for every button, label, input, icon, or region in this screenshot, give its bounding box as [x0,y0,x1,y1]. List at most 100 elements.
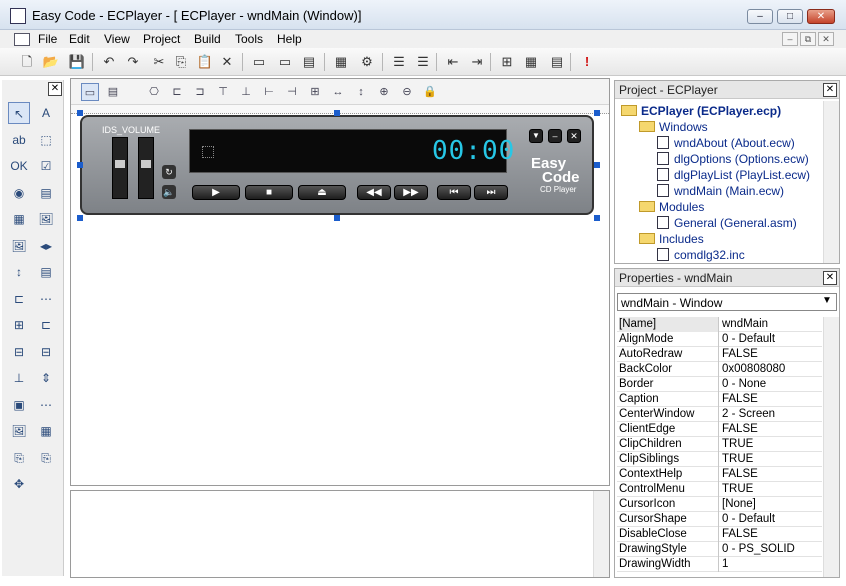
mute-button[interactable]: 🔈 [162,185,176,199]
toolbox-control-16[interactable]: ⋯ [35,288,57,310]
toolbox-control-20[interactable]: ⊟ [35,341,57,363]
designer-tool-11[interactable]: ↔ [329,83,347,101]
project-scrollbar[interactable] [823,101,839,263]
property-row[interactable]: ClientEdge FALSE [617,422,822,437]
properties-panel-close-button[interactable]: ✕ [823,271,837,285]
chevron-down-icon[interactable]: ▼ [822,295,832,306]
property-value[interactable]: 2 - Screen [722,407,822,422]
tree-item[interactable]: wndMain (Main.ecw) [657,183,784,199]
toolbox-control-11[interactable]: 🖼 [8,235,30,257]
toolbox-control-14[interactable]: ▤ [35,261,57,283]
fast-forward-button[interactable]: ▶▶ [394,185,428,200]
player-dropdown-button[interactable]: ▼ [529,129,543,143]
previous-track-button[interactable]: ⏮ [437,185,471,200]
property-value[interactable]: 0 - Default [722,512,822,527]
maximize-button[interactable]: □ [777,9,803,24]
property-row[interactable]: ContextHelp FALSE [617,467,822,482]
app-icon[interactable] [10,8,26,24]
tree-item[interactable]: wndAbout (About.ecw) [657,135,795,151]
toolbox-control-15[interactable]: ⊏ [8,288,30,310]
toolbox-control-19[interactable]: ⊟ [8,341,30,363]
cut-icon[interactable]: ✂ [150,53,168,71]
property-row[interactable]: ClipChildren TRUE [617,437,822,452]
property-value[interactable]: 1 [722,557,822,572]
tree-item[interactable]: General (General.asm) [657,215,797,231]
menu-build[interactable]: Build [194,32,221,46]
resize-handle-e[interactable] [594,162,600,168]
property-value[interactable]: 0 - Default [722,332,822,347]
property-row[interactable]: CursorShape 0 - Default [617,512,822,527]
toolbox-close-button[interactable]: ✕ [48,82,62,96]
mdi-close-button[interactable]: ✕ [818,32,834,46]
pointer-tool[interactable]: ↖ [8,102,30,124]
menu-project[interactable]: Project [143,32,180,46]
dialog-icon[interactable]: ▭ [276,53,294,71]
designer-tool-13[interactable]: ⊕ [375,83,393,101]
tree-root[interactable]: ECPlayer (ECPlayer.ecp) [621,103,781,119]
rewind-button[interactable]: ◀◀ [357,185,391,200]
tree-item[interactable]: Windows [639,119,708,135]
designer-tool-6[interactable]: ⊤ [214,83,232,101]
toolbox-control-13[interactable]: ↕ [8,261,30,283]
property-value[interactable]: FALSE [722,467,822,482]
resize-handle-n[interactable] [334,110,340,116]
property-value[interactable]: wndMain [722,317,822,332]
copy-icon[interactable]: ⎘ [172,53,190,71]
toolbox-control-9[interactable]: ▦ [8,208,30,230]
property-value[interactable]: TRUE [722,437,822,452]
property-value[interactable]: FALSE [722,422,822,437]
save-icon[interactable]: 💾 [68,53,86,71]
designer-tool-10[interactable]: ⊞ [306,83,324,101]
toolbox-control-4[interactable]: ⬚ [35,129,57,151]
resource-icon[interactable]: ▦ [332,53,350,71]
property-value[interactable]: 0 - PS_SOLID [722,542,822,557]
designer-tool-3[interactable]: ⎔ [145,83,163,101]
toolbox-control-26[interactable]: ▦ [35,420,57,442]
toolbox-control-8[interactable]: ▤ [35,182,57,204]
properties-scrollbar[interactable] [823,317,839,577]
player-close-button[interactable]: ✕ [567,129,581,143]
toolbox-control-10[interactable]: 🖼 [35,208,57,230]
block-indent-icon[interactable]: ⇤ [444,53,462,71]
property-value[interactable]: 0x00808080 [722,362,822,377]
undo-icon[interactable]: ↶ [100,53,118,71]
repeat-button[interactable]: ↻ [162,165,176,179]
new-file-icon[interactable]: 🗋 [18,53,36,71]
volume-slider-left[interactable] [112,137,128,199]
property-row[interactable]: [Name] wndMain [617,317,822,332]
property-row[interactable]: ClipSiblings TRUE [617,452,822,467]
toolbox-control-18[interactable]: ⊏ [35,314,57,336]
menu-tools[interactable]: Tools [235,32,263,46]
next-track-button[interactable]: ⏭ [474,185,508,200]
resize-handle-se[interactable] [594,215,600,221]
property-row[interactable]: AutoRedraw FALSE [617,347,822,362]
toolbox-control-6[interactable]: ☑ [35,155,57,177]
property-row[interactable]: CursorIcon [None] [617,497,822,512]
tree-item[interactable]: Includes [639,231,704,247]
run-icon[interactable]: ⊞ [498,53,516,71]
designer-tool-1[interactable]: ▭ [81,83,99,101]
property-row[interactable]: DrawingStyle 0 - PS_SOLID [617,542,822,557]
document-icon[interactable]: ▤ [300,53,318,71]
project-panel-close-button[interactable]: ✕ [823,83,837,97]
play-button[interactable]: ▶ [192,185,240,200]
indent-icon[interactable]: ☰ [390,53,408,71]
menu-edit[interactable]: Edit [69,32,90,46]
eject-button[interactable]: ⏏ [298,185,346,200]
toolbox-control-5[interactable]: OK [8,155,30,177]
designer-tool-9[interactable]: ⊣ [283,83,301,101]
property-row[interactable]: Caption FALSE [617,392,822,407]
toolbox-control-12[interactable]: ◂▸ [35,235,57,257]
resize-handle-w[interactable] [77,162,83,168]
minimize-button[interactable]: – [747,9,773,24]
property-value[interactable]: FALSE [722,527,822,542]
toolbox-control-25[interactable]: 🖼 [8,420,30,442]
delete-icon[interactable]: ✕ [218,53,236,71]
property-value[interactable]: 0 - None [722,377,822,392]
output-pane[interactable] [70,490,610,578]
tree-item[interactable]: dlgOptions (Options.ecw) [657,151,809,167]
property-row[interactable]: CenterWindow 2 - Screen [617,407,822,422]
menu-view[interactable]: View [104,32,130,46]
output-scrollbar[interactable] [593,491,609,577]
stop-button[interactable]: ■ [245,185,293,200]
